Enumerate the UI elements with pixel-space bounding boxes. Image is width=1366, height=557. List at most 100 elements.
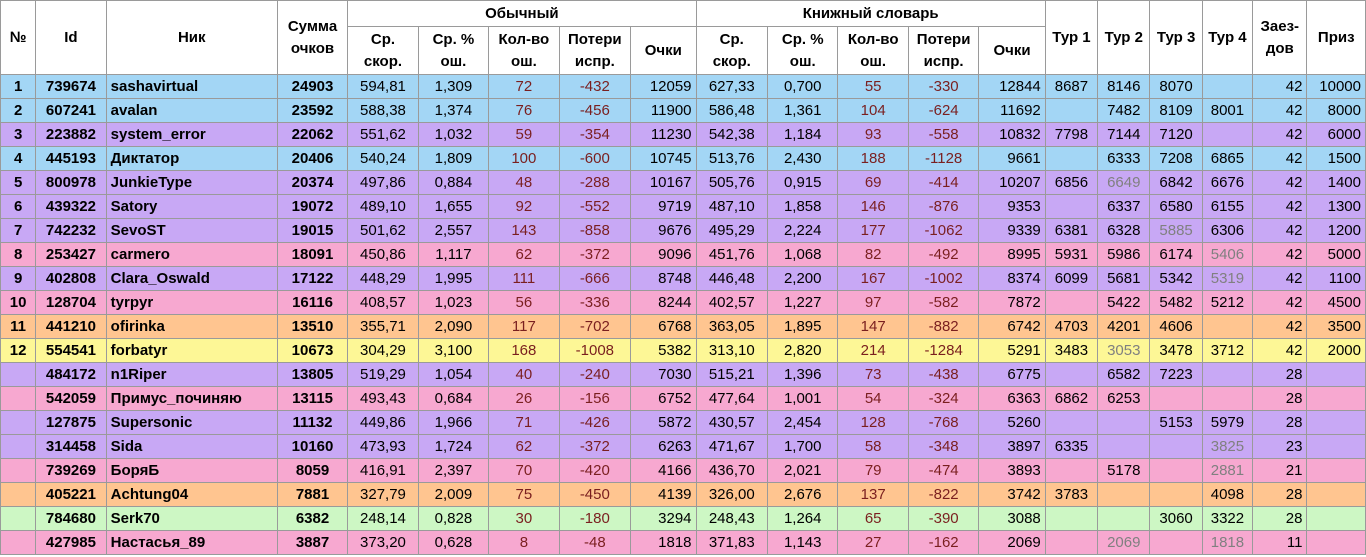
normal-err-count-cell: 62	[488, 242, 560, 267]
tour1-cell: 4703	[1044, 314, 1099, 339]
normal-points-cell: 8748	[630, 266, 697, 291]
col-header-normal-speed[interactable]: Ср. скор.	[347, 26, 419, 75]
nick-cell: SevoST	[105, 218, 278, 243]
book-err-pct-cell: 1,858	[766, 194, 839, 219]
prize-cell: 1400	[1306, 170, 1366, 195]
normal-err-count-cell: 26	[488, 386, 560, 411]
col-header-tour3[interactable]: Тур 3	[1149, 0, 1203, 75]
nick-cell: Supersonic	[105, 410, 278, 435]
table-row[interactable]: 3 223882 system_error 22062 551,62 1,032 59 -35…	[0, 122, 1366, 147]
table-row[interactable]: 9 402808 Clara_Oswald 17122 448,29 1,995 111 -6…	[0, 266, 1366, 291]
normal-err-count-cell: 92	[488, 194, 560, 219]
col-header-normal-err-count[interactable]: Кол-во ош.	[488, 26, 560, 75]
table-row[interactable]: 427985 Настасья_89 3887 373,20 0,628 8 -48 1818…	[0, 530, 1366, 555]
races-cell: 42	[1252, 290, 1308, 315]
book-err-pct-cell: 1,700	[766, 434, 839, 459]
normal-err-count-cell: 72	[488, 74, 560, 99]
book-err-count-cell: 55	[837, 74, 909, 99]
col-header-tour4[interactable]: Тур 4	[1201, 0, 1254, 75]
tour3-cell: 4606	[1149, 314, 1203, 339]
col-header-normal-loss[interactable]: Потери испр.	[558, 26, 632, 75]
nick-cell: Настасья_89	[105, 530, 278, 555]
col-header-nick[interactable]: Ник	[105, 0, 278, 75]
table-row[interactable]: 739269 БоряБ 8059 416,91 2,397 70 -420 4166 436,…	[0, 458, 1366, 483]
tour4-cell: 6865	[1201, 146, 1254, 171]
sum-cell: 11132	[276, 410, 349, 435]
normal-err-pct-cell: 1,117	[417, 242, 490, 267]
table-row[interactable]: 484172 n1Riper 13805 519,29 1,054 40 -240 7030 5…	[0, 362, 1366, 387]
table-row[interactable]: 405221 Achtung04 7881 327,79 2,009 75 -450 4139…	[0, 482, 1366, 507]
normal-points-cell: 6752	[630, 386, 697, 411]
book-loss-cell: -1062	[907, 218, 980, 243]
book-points-cell: 6775	[978, 362, 1046, 387]
col-header-normal-err-pct[interactable]: Ср. % ош.	[417, 26, 490, 75]
col-header-normal-points[interactable]: Очки	[630, 26, 697, 75]
table-row[interactable]: 314458 Sida 10160 473,93 1,724 62 -372 6263 471,…	[0, 434, 1366, 459]
normal-speed-cell: 373,20	[347, 530, 419, 555]
tour2-cell: 6337	[1097, 194, 1151, 219]
col-header-book-points[interactable]: Очки	[978, 26, 1046, 75]
table-row[interactable]: 11 441210 ofirinka 13510 355,71 2,090 117 -702 6…	[0, 314, 1366, 339]
tour2-cell: 4201	[1097, 314, 1151, 339]
rank-cell	[0, 362, 37, 387]
tour1-cell: 3783	[1044, 482, 1099, 507]
table-row[interactable]: 10 128704 tyrpyr 16116 408,57 1,023 56 -336 8244…	[0, 290, 1366, 315]
prize-cell: 1200	[1306, 218, 1366, 243]
normal-speed-cell: 551,62	[347, 122, 419, 147]
book-err-count-cell: 97	[837, 290, 909, 315]
table-row[interactable]: 6 439322 Satory 19072 489,10 1,655 92 -552 9719 4…	[0, 194, 1366, 219]
col-header-book-speed[interactable]: Ср. скор.	[695, 26, 769, 75]
normal-points-cell: 11900	[630, 98, 697, 123]
book-points-cell: 5260	[978, 410, 1046, 435]
normal-err-pct-cell: 1,032	[417, 122, 490, 147]
table-row[interactable]: 5 800978 JunkieType 20374 497,86 0,884 48 -288 1…	[0, 170, 1366, 195]
book-err-count-cell: 147	[837, 314, 909, 339]
nick-cell: Satory	[105, 194, 278, 219]
col-header-num[interactable]: №	[0, 0, 37, 75]
normal-err-pct-cell: 0,684	[417, 386, 490, 411]
prize-cell	[1306, 530, 1366, 555]
col-header-book-loss[interactable]: Потери испр.	[907, 26, 980, 75]
col-header-book-err-count[interactable]: Кол-во ош.	[837, 26, 909, 75]
book-speed-cell: 513,76	[695, 146, 769, 171]
col-header-tour1[interactable]: Тур 1	[1044, 0, 1099, 75]
col-header-races[interactable]: Заез-дов	[1252, 0, 1308, 75]
book-loss-cell: -558	[907, 122, 980, 147]
normal-err-count-cell: 56	[488, 290, 560, 315]
normal-loss-cell: -600	[558, 146, 632, 171]
normal-loss-cell: -1008	[558, 338, 632, 363]
col-header-id[interactable]: Id	[35, 0, 107, 75]
id-cell: 223882	[35, 122, 107, 147]
col-header-sum[interactable]: Сумма очков	[276, 0, 349, 75]
table-row[interactable]: 542059 Примус_починяю 13115 493,43 0,684 26 -1…	[0, 386, 1366, 411]
col-header-tour2[interactable]: Тур 2	[1097, 0, 1151, 75]
tour4-cell: 3322	[1201, 506, 1254, 531]
sum-cell: 20374	[276, 170, 349, 195]
normal-err-pct-cell: 3,100	[417, 338, 490, 363]
table-row[interactable]: 2 607241 avalan 23592 588,38 1,374 76 -456 11900…	[0, 98, 1366, 123]
table-row[interactable]: 1 739674 sashavirtual 24903 594,81 1,309 72 -43…	[0, 74, 1366, 99]
rank-cell	[0, 386, 37, 411]
table-row[interactable]: 127875 Supersonic 11132 449,86 1,966 71 -426 58…	[0, 410, 1366, 435]
table-row[interactable]: 12 554541 forbatyr 10673 304,29 3,100 168 -1008…	[0, 338, 1366, 363]
book-err-pct-cell: 1,895	[766, 314, 839, 339]
group-header-normal: Обычный	[347, 0, 697, 27]
tour2-cell: 5178	[1097, 458, 1151, 483]
book-err-count-cell: 128	[837, 410, 909, 435]
nick-cell: n1Riper	[105, 362, 278, 387]
tour2-cell: 6333	[1097, 146, 1151, 171]
normal-speed-cell: 450,86	[347, 242, 419, 267]
table-row[interactable]: 7 742232 SevoST 19015 501,62 2,557 143 -858 9676…	[0, 218, 1366, 243]
table-row[interactable]: 784680 Serk70 6382 248,14 0,828 30 -180 3294 248…	[0, 506, 1366, 531]
nick-cell: Sida	[105, 434, 278, 459]
normal-loss-cell: -336	[558, 290, 632, 315]
tour1-cell: 8687	[1044, 74, 1099, 99]
normal-points-cell: 9096	[630, 242, 697, 267]
prize-cell: 3500	[1306, 314, 1366, 339]
col-header-book-err-pct[interactable]: Ср. % ош.	[766, 26, 839, 75]
col-header-prize[interactable]: Приз	[1306, 0, 1366, 75]
table-row[interactable]: 4 445193 Диктатор 20406 540,24 1,809 100 -600 10…	[0, 146, 1366, 171]
table-row[interactable]: 8 253427 carmero 18091 450,86 1,117 62 -372 9096…	[0, 242, 1366, 267]
id-cell: 441210	[35, 314, 107, 339]
normal-speed-cell: 327,79	[347, 482, 419, 507]
